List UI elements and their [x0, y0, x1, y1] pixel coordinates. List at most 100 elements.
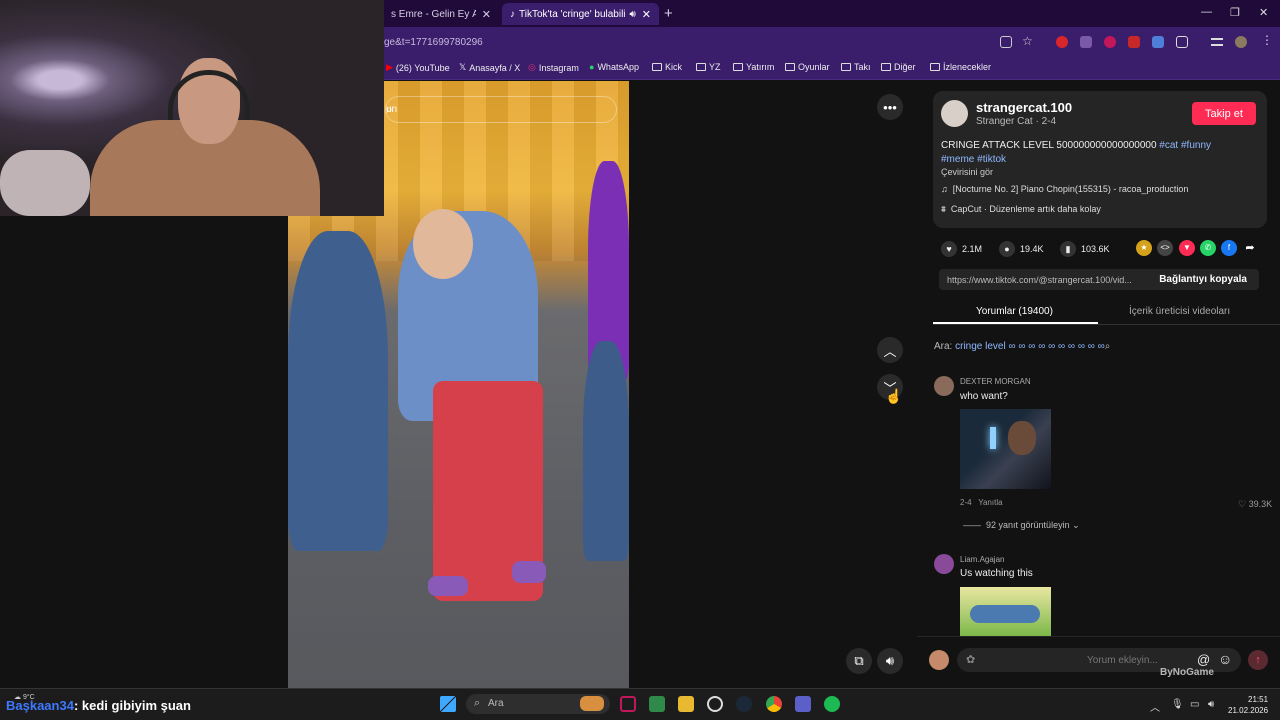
capcut-link[interactable]: ⩩ CapCut · Düzenleme artık daha kolay — [941, 204, 1101, 215]
hashtag[interactable]: #funny — [1181, 140, 1211, 151]
install-icon[interactable] — [1000, 36, 1012, 48]
previous-video-button[interactable]: ︿ — [877, 337, 903, 363]
hashtag[interactable]: #meme — [941, 154, 974, 165]
save-button[interactable]: ▮ 103.6K — [1060, 241, 1110, 257]
send-comment-button[interactable]: ↑ — [1248, 650, 1268, 670]
volume-icon[interactable]: 🔊︎ — [1208, 699, 1214, 710]
video-person-face — [413, 209, 473, 279]
like-button[interactable]: ♥ 2.1M — [941, 241, 982, 257]
volume-button[interactable]: 🔊︎ — [877, 648, 903, 674]
extension-red2-icon[interactable] — [1128, 36, 1140, 48]
minimize-button[interactable]: — — [1201, 6, 1212, 18]
pip-button[interactable]: ⧉ — [846, 648, 872, 674]
comment-icon: ● — [999, 241, 1015, 257]
star-icon[interactable]: ☆ — [1022, 34, 1034, 48]
steam-icon[interactable] — [736, 696, 752, 712]
hashtag[interactable]: #tiktok — [977, 154, 1006, 165]
folder-icon — [652, 63, 662, 71]
share-icon[interactable]: ➦ — [1242, 240, 1258, 256]
whatsapp-share-icon[interactable]: ✆ — [1200, 240, 1216, 256]
comment-button[interactable]: ● 19.4K — [999, 241, 1044, 257]
clock[interactable]: 21:51 21.02.2026 — [1228, 694, 1268, 716]
spotify-icon[interactable] — [824, 696, 840, 712]
tab-comments[interactable]: Yorumlar (19400) — [976, 306, 1053, 317]
new-tab-button[interactable]: + — [664, 5, 673, 22]
close-window-button[interactable]: ✕ — [1259, 6, 1268, 19]
folder-icon — [733, 63, 743, 71]
comment-avatar[interactable] — [934, 376, 954, 396]
emoji-icon[interactable]: ☺ — [1218, 651, 1232, 667]
search-icon[interactable]: ⌕ — [386, 102, 606, 117]
see-translation-link[interactable]: Çevirisini gör — [941, 167, 993, 177]
creator-username[interactable]: strangercat.100 — [976, 100, 1072, 115]
creator-avatar[interactable] — [941, 100, 968, 127]
active-tab-underline — [933, 322, 1098, 324]
translate-icon[interactable] — [1152, 36, 1164, 48]
teams-icon[interactable] — [795, 696, 811, 712]
gift-icon[interactable]: ✿ — [966, 653, 975, 666]
speaker-icon[interactable]: 🔊︎ — [629, 9, 635, 20]
close-icon[interactable]: ✕ — [642, 8, 651, 21]
facebook-icon[interactable]: f — [1221, 240, 1237, 256]
taskbar-search[interactable]: ⌕ Ara — [466, 694, 610, 714]
video-person-left — [288, 231, 388, 551]
microphone-icon[interactable]: 🎙︎ — [1171, 699, 1184, 710]
video-person-right-jeans — [583, 341, 629, 561]
file-explorer-icon[interactable] — [678, 696, 694, 712]
profile-avatar[interactable] — [1235, 36, 1247, 48]
more-menu-icon[interactable]: ⋮ — [1261, 33, 1273, 47]
bookmark-x[interactable]: 𝕏 Anasayfa / X — [459, 62, 520, 73]
puzzle-icon[interactable] — [1176, 36, 1188, 48]
video-search-box[interactable]: un ⌕ — [385, 96, 617, 123]
bookmark-whatsapp[interactable]: ● WhatsApp — [589, 62, 639, 72]
bookmark-yatirim[interactable]: Yatırım — [733, 62, 774, 72]
app-icon-green[interactable] — [649, 696, 665, 712]
related-search[interactable]: Ara: cringe level ∞ ∞ ∞ ∞ ∞ ∞ ∞ ∞ ∞ ∞⌕ — [934, 341, 1110, 352]
bookmark-oyunlar[interactable]: Oyunlar — [785, 62, 830, 72]
reply-link[interactable]: Yanıtla — [978, 498, 1002, 507]
comment-like-button[interactable]: ♡ 39.3K — [1238, 499, 1272, 510]
bookmark-izlenecekler[interactable]: İzlenecekler — [930, 62, 991, 72]
media-icon[interactable] — [1211, 38, 1223, 46]
folder-icon — [785, 63, 795, 71]
close-icon[interactable]: ✕ — [482, 8, 491, 21]
comment-avatar[interactable] — [934, 554, 954, 574]
bookmark-kick[interactable]: Kick — [652, 62, 682, 72]
chat-overlay: Başkaan34: kedi gibiyim şuan — [6, 698, 191, 713]
coin-icon[interactable]: ★ — [1136, 240, 1152, 256]
network-icon[interactable]: ▭ — [1190, 699, 1199, 710]
comment-username[interactable]: DEXTER MORGAN — [960, 377, 1031, 386]
extension-red-icon[interactable] — [1056, 36, 1068, 48]
chrome-icon[interactable] — [766, 696, 782, 712]
url-text[interactable]: ge&t=1771699780296 — [384, 37, 483, 48]
view-replies-button[interactable]: —— 92 yanıt görüntüleyin ⌄ — [963, 520, 1080, 531]
restore-button[interactable]: ❐ — [1230, 6, 1240, 19]
mention-icon[interactable]: @ — [1197, 652, 1210, 667]
hashtag[interactable]: #cat — [1159, 140, 1178, 151]
more-options-button[interactable]: ••• — [877, 94, 903, 120]
bookmark-instagram[interactable]: ◎ Instagram — [528, 62, 579, 73]
bookmark-diger[interactable]: Diğer — [881, 62, 916, 72]
embed-icon[interactable]: <> — [1157, 240, 1173, 256]
follow-button[interactable]: Takip et — [1192, 102, 1256, 125]
bookmark-yz[interactable]: YZ — [696, 62, 721, 72]
app-icon-pink[interactable] — [620, 696, 636, 712]
send-icon[interactable]: ▼ — [1179, 240, 1195, 256]
extension-pen-icon[interactable] — [1080, 36, 1092, 48]
browser-tab-tiktok[interactable]: ♪ TikTok'ta 'cringe' bulabilirsi 🔊︎ ✕ — [502, 3, 659, 25]
comment-username[interactable]: Liam.Agajan — [960, 555, 1004, 564]
comment-image[interactable] — [960, 587, 1051, 636]
tab-creator-videos[interactable]: İçerik üreticisi videoları — [1129, 306, 1230, 317]
music-link[interactable]: ♫ [Nocturne No. 2] Piano Chopin(155315) … — [941, 184, 1188, 194]
extension-pink-icon[interactable] — [1104, 36, 1116, 48]
windows-start-icon[interactable] — [440, 696, 456, 712]
chevron-up-icon[interactable]: ︿ — [1150, 699, 1160, 714]
browser-tab-music[interactable]: s Emre - Gelin Ey Âşıklar | ✕ — [383, 3, 499, 25]
video-shoe — [428, 576, 468, 596]
app-icon-circle[interactable] — [707, 696, 723, 712]
bookmark-taki[interactable]: Takı — [841, 62, 871, 72]
copy-link-button[interactable]: Bağlantıyı kopyala — [1159, 274, 1247, 285]
bookmark-youtube[interactable]: ▶ (26) YouTube — [386, 62, 450, 73]
comment-image[interactable] — [960, 409, 1051, 489]
share-url[interactable]: https://www.tiktok.com/@strangercat.100/… — [947, 275, 1151, 285]
